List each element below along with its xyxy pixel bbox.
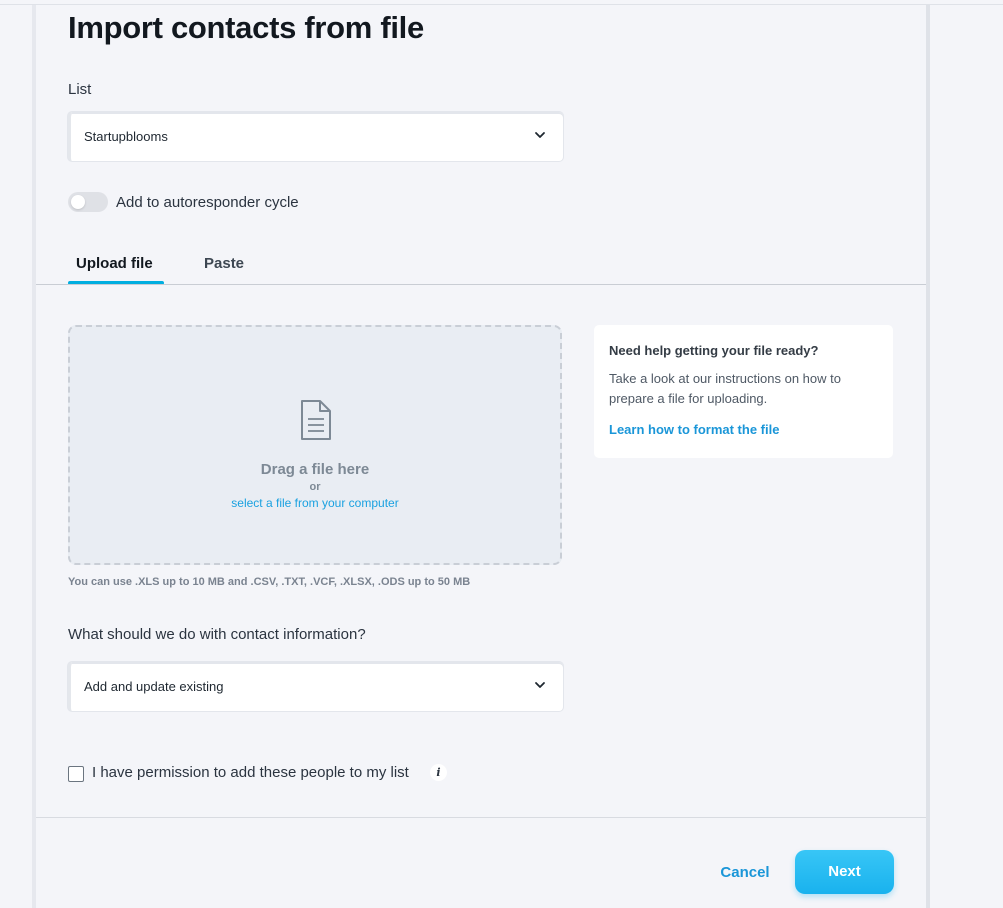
toggle-knob: [71, 195, 85, 209]
list-label: List: [68, 81, 92, 98]
file-format-hint: You can use .XLS up to 10 MB and .CSV, .…: [68, 576, 471, 588]
contact-info-label: What should we do with contact informati…: [68, 626, 366, 643]
footer-divider: [36, 817, 926, 818]
tabs-divider: [36, 284, 926, 285]
help-title: Need help getting your file ready?: [609, 343, 819, 358]
dropzone-title: Drag a file here: [260, 461, 370, 478]
cancel-button[interactable]: Cancel: [708, 853, 782, 893]
help-card: Need help getting your file ready? Take …: [594, 325, 893, 458]
chevron-down-icon: [535, 682, 545, 688]
contact-info-select-value: Add and update existing: [84, 679, 224, 694]
contact-info-select[interactable]: Add and update existing: [68, 662, 563, 711]
chevron-down-icon: [535, 132, 545, 138]
file-dropzone[interactable]: Drag a file here or select a file from y…: [68, 325, 562, 565]
select-file-link[interactable]: select a file from your computer: [70, 496, 560, 510]
right-gutter: [930, 5, 1003, 908]
list-select-value: Startupblooms: [84, 129, 168, 144]
page-title: Import contacts from file: [68, 10, 424, 45]
next-button[interactable]: Next: [795, 850, 894, 894]
dropzone-or: or: [309, 481, 321, 493]
autoresponder-label: Add to autoresponder cycle: [116, 194, 299, 211]
document-icon: [301, 400, 331, 440]
format-help-link[interactable]: Learn how to format the file: [609, 422, 779, 437]
permission-label: I have permission to add these people to…: [92, 764, 409, 781]
help-body: Take a look at our instructions on how t…: [609, 371, 841, 406]
tab-upload-file[interactable]: Upload file: [76, 255, 153, 272]
info-icon[interactable]: i: [430, 764, 447, 781]
list-select[interactable]: Startupblooms: [68, 112, 563, 161]
tab-paste[interactable]: Paste: [204, 255, 244, 272]
left-gutter: [0, 5, 35, 908]
permission-checkbox[interactable]: [68, 766, 84, 782]
autoresponder-toggle[interactable]: [68, 192, 108, 212]
